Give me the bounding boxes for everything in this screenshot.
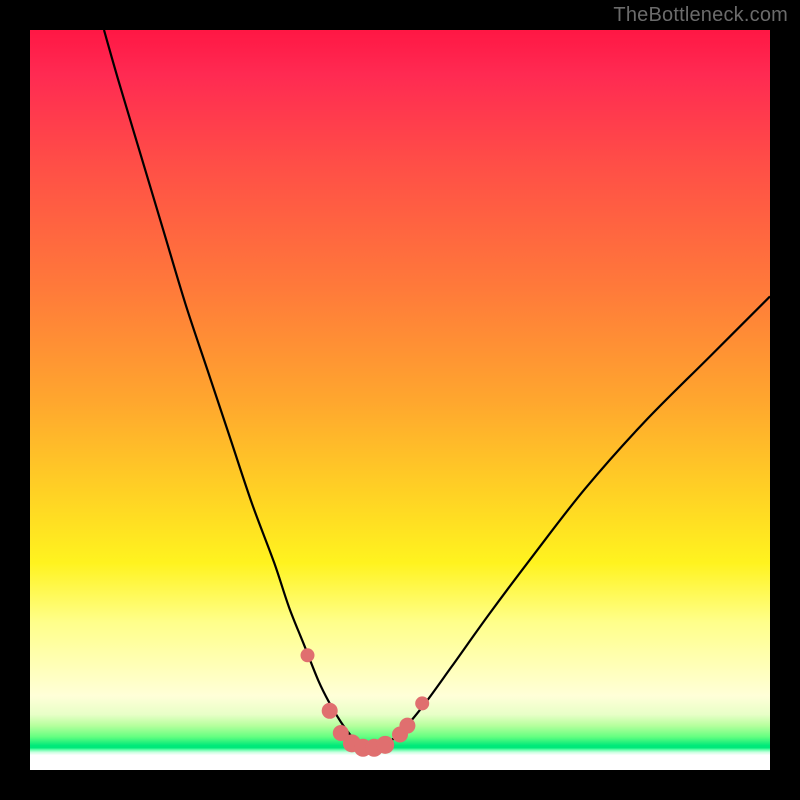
plot-area (30, 30, 770, 770)
highlight-dot (399, 718, 415, 734)
bottleneck-curve (104, 30, 770, 747)
highlight-dot (322, 703, 338, 719)
chart-svg (30, 30, 770, 770)
highlight-dot (376, 736, 394, 754)
highlight-dot (415, 696, 429, 710)
watermark: TheBottleneck.com (613, 4, 788, 27)
chart-frame: TheBottleneck.com (0, 0, 800, 800)
highlight-dots (301, 648, 430, 757)
highlight-dot (301, 648, 315, 662)
